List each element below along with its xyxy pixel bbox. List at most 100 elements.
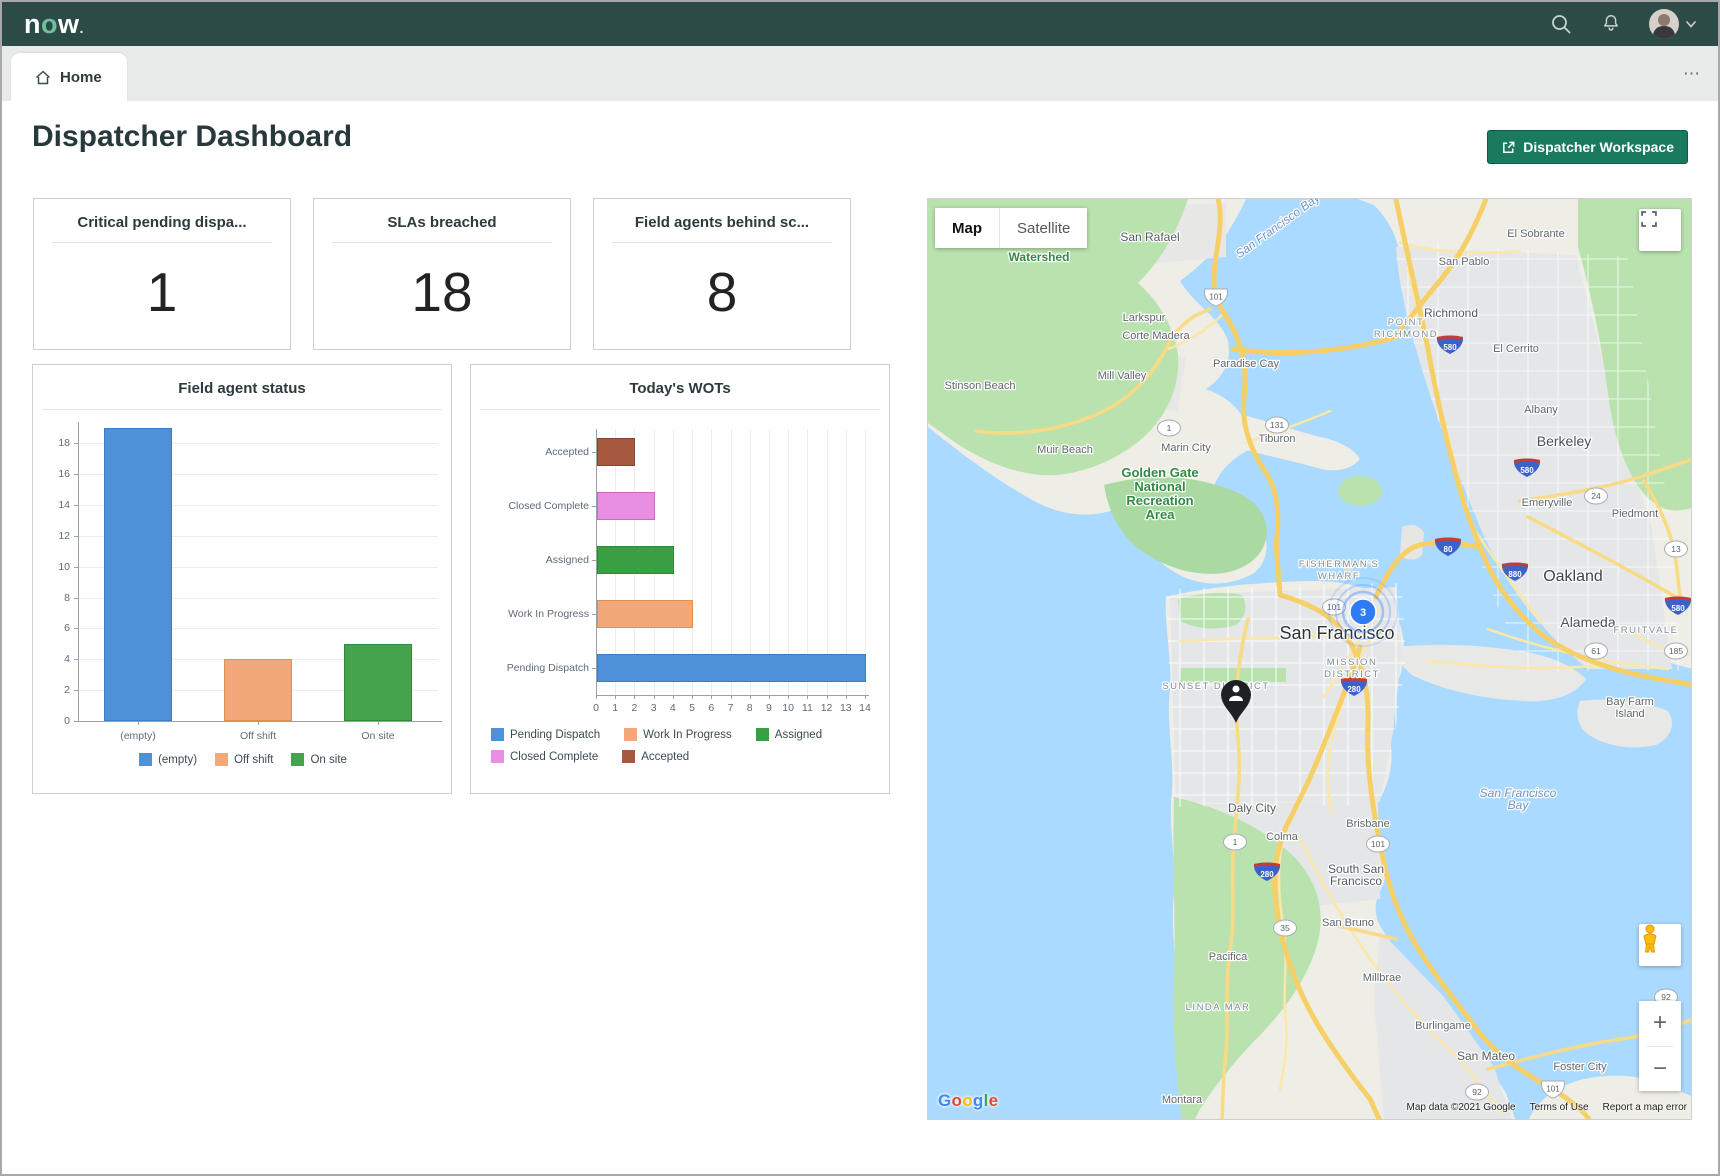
map-label: Berkeley [1537,433,1591,449]
zoom-in-button[interactable]: + [1639,1001,1681,1046]
servicenow-logo[interactable]: now. [24,11,84,38]
x-tick-label: 12 [819,702,835,714]
header-actions [1549,9,1696,39]
svg-text:24: 24 [1591,491,1601,501]
map-label: Larkspur [1123,312,1166,324]
legend-swatch [139,753,152,766]
svg-text:101: 101 [1209,293,1223,302]
cluster-count: 3 [1360,607,1366,619]
map-type-map-button[interactable]: Map [935,208,999,248]
external-link-icon [1501,140,1516,155]
google-logo[interactable]: Google [938,1091,998,1111]
x-tick-label: 6 [703,702,719,714]
map-label: MISSIONDISTRICT [1324,657,1380,680]
user-menu[interactable] [1649,9,1696,39]
svg-text:101: 101 [1546,1085,1560,1094]
route-shield-1: 1 [1158,420,1181,436]
google-logo-letter: o [962,1091,973,1110]
bar-Closed Complete[interactable] [597,492,655,520]
google-logo-letter: o [952,1091,963,1110]
bar-Assigned[interactable] [597,546,674,574]
search-icon[interactable] [1549,12,1573,36]
svg-text:13: 13 [1671,544,1681,554]
map-label: Millbrae [1363,972,1402,984]
x-tick-label: 3 [646,702,662,714]
tab-home-label: Home [60,69,102,86]
tab-home[interactable]: Home [11,53,127,101]
map-canvas[interactable]: 1015801131580248013880101580185612801011… [927,198,1692,1120]
x-tick-label: 7 [723,702,739,714]
fullscreen-button[interactable] [1639,209,1681,251]
bar-Accepted[interactable] [597,438,635,466]
legend-swatch [622,750,635,763]
bar-(empty)[interactable] [104,428,172,721]
svg-text:131: 131 [1270,420,1284,430]
chevron-down-icon [1686,21,1696,28]
svg-text:61: 61 [1591,646,1601,656]
kpi-label: SLAs breached [330,214,554,231]
y-category-label: Accepted [479,446,589,458]
route-shield-185: 185 [1665,643,1688,659]
map-type-satellite-button[interactable]: Satellite [999,208,1087,248]
y-category-label: Work In Progress [479,608,589,620]
route-shield-13: 13 [1665,541,1688,557]
dispatcher-workspace-button[interactable]: Dispatcher Workspace [1487,130,1688,164]
y-tick-label: 8 [44,592,70,604]
tab-more-button[interactable]: ⋯ [1683,64,1702,84]
zoom-out-button[interactable]: − [1639,1047,1681,1092]
x-tick-label: 11 [799,702,815,714]
map-label: Colma [1266,831,1299,843]
map-label: Albany [1524,404,1558,416]
legend-item: Pending Dispatch [491,728,600,741]
svg-text:580: 580 [1520,466,1534,475]
kpi-card-agents-behind[interactable]: Field agents behind sc... 8 [593,198,851,350]
svg-text:1: 1 [1167,423,1172,433]
map-data-text: Map data ©2021 Google [1406,1102,1515,1113]
bar-Work In Progress[interactable] [597,600,693,628]
bar-Pending Dispatch[interactable] [597,654,866,682]
pegman-button[interactable] [1639,924,1681,966]
map-label: El Cerrito [1493,343,1539,355]
bar-On site[interactable] [344,644,412,721]
legend-swatch [491,750,504,763]
kpi-card-critical-pending[interactable]: Critical pending dispa... 1 [33,198,291,350]
svg-text:580: 580 [1443,343,1457,352]
report-map-error-link[interactable]: Report a map error [1603,1102,1687,1113]
svg-text:92: 92 [1472,1087,1482,1097]
map-label: South SanFrancisco [1328,862,1384,888]
kpi-card-slas-breached[interactable]: SLAs breached 18 [313,198,571,350]
map-label: Foster City [1553,1061,1607,1073]
map-label: Burlingame [1415,1020,1471,1032]
map-attribution: Map data ©2021 Google Terms of Use Repor… [1406,1102,1687,1113]
svg-text:880: 880 [1508,570,1522,579]
y-tick-label: 18 [44,437,70,449]
bar-Off shift[interactable] [224,659,292,721]
avatar [1649,9,1679,39]
route-shield-35: 35 [1274,920,1297,936]
chart-legend: (empty)Off shiftOn site [33,753,453,766]
legend-swatch [491,728,504,741]
x-tick-label: 8 [742,702,758,714]
x-tick-label: 9 [761,702,777,714]
y-tick-label: 16 [44,468,70,480]
map-label: Daly City [1228,801,1276,815]
map-label: Emeryville [1522,497,1573,509]
map-label: Muir Beach [1037,444,1093,456]
route-shield-24: 24 [1585,488,1608,504]
google-logo-letter: g [973,1091,984,1110]
map-label: San Rafael [1120,230,1179,244]
field-agent-status-chart: 024681012141618(empty)Off shiftOn site(e… [33,365,451,793]
kpi-row: Critical pending dispa... 1 SLAs breache… [33,198,851,350]
x-tick-label: 10 [780,702,796,714]
terms-of-use-link[interactable]: Terms of Use [1530,1102,1589,1113]
logo-w: w [58,9,80,39]
field-agent-status-chart-card: Field agent status 024681012141618(empty… [32,364,452,794]
notifications-bell-icon[interactable] [1599,12,1623,36]
y-tick-label: 6 [44,622,70,634]
route-shield-101: 101 [1367,836,1390,852]
y-tick-label: 2 [44,684,70,696]
map-label: Oakland [1543,568,1603,585]
map-label: FRUITVALE [1613,625,1678,636]
y-tick-label: 10 [44,561,70,573]
kpi-value: 1 [34,260,290,324]
